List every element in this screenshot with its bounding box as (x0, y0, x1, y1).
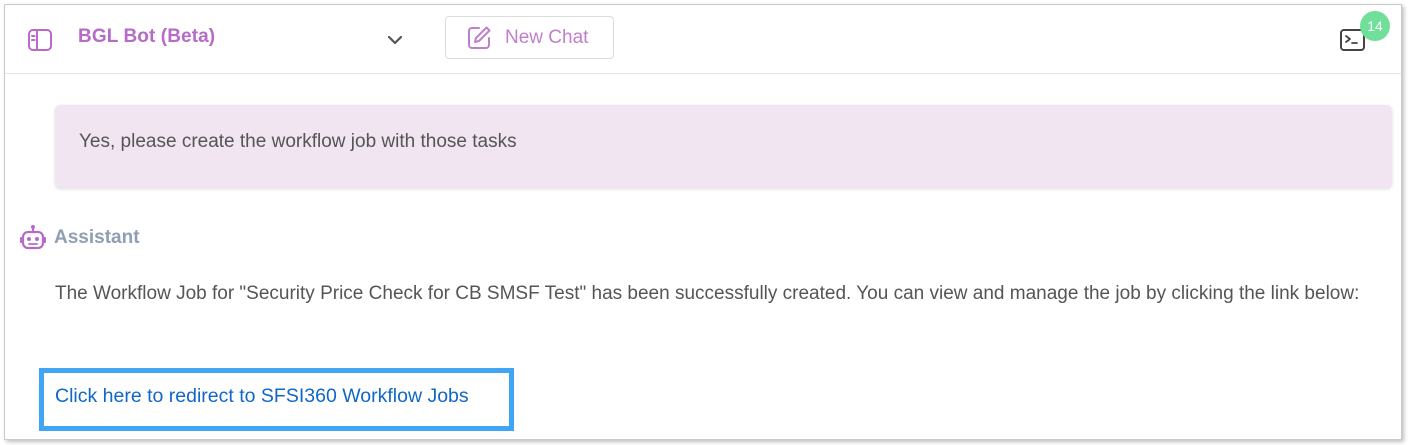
user-message-text: Yes, please create the workflow job with… (79, 131, 517, 152)
bot-selector-dropdown[interactable] (385, 30, 405, 50)
chat-window: BGL Bot (Beta) New Chat 14 Yes, please c… (4, 4, 1402, 440)
user-message-bubble: Yes, please create the workflow job with… (55, 105, 1392, 188)
assistant-label: Assistant (54, 227, 140, 248)
workflow-jobs-link-text[interactable]: Click here to redirect to SFSI360 Workfl… (55, 385, 469, 407)
assistant-header: Assistant (18, 223, 140, 253)
assistant-message-text: The Workflow Job for "Security Price Che… (55, 283, 1360, 304)
sidebar-toggle-button[interactable] (27, 27, 53, 53)
workflow-jobs-link[interactable]: Click here to redirect to SFSI360 Workfl… (39, 368, 514, 431)
new-chat-button[interactable]: New Chat (445, 16, 614, 59)
sidebar-panel-icon (28, 29, 52, 51)
new-chat-label: New Chat (505, 26, 589, 48)
chevron-down-icon (387, 35, 403, 45)
edit-pencil-icon (468, 26, 491, 49)
robot-icon (20, 225, 46, 250)
top-bar: BGL Bot (Beta) New Chat 14 (5, 5, 1401, 74)
bot-title[interactable]: BGL Bot (Beta) (78, 26, 215, 48)
notification-badge: 14 (1360, 11, 1390, 41)
